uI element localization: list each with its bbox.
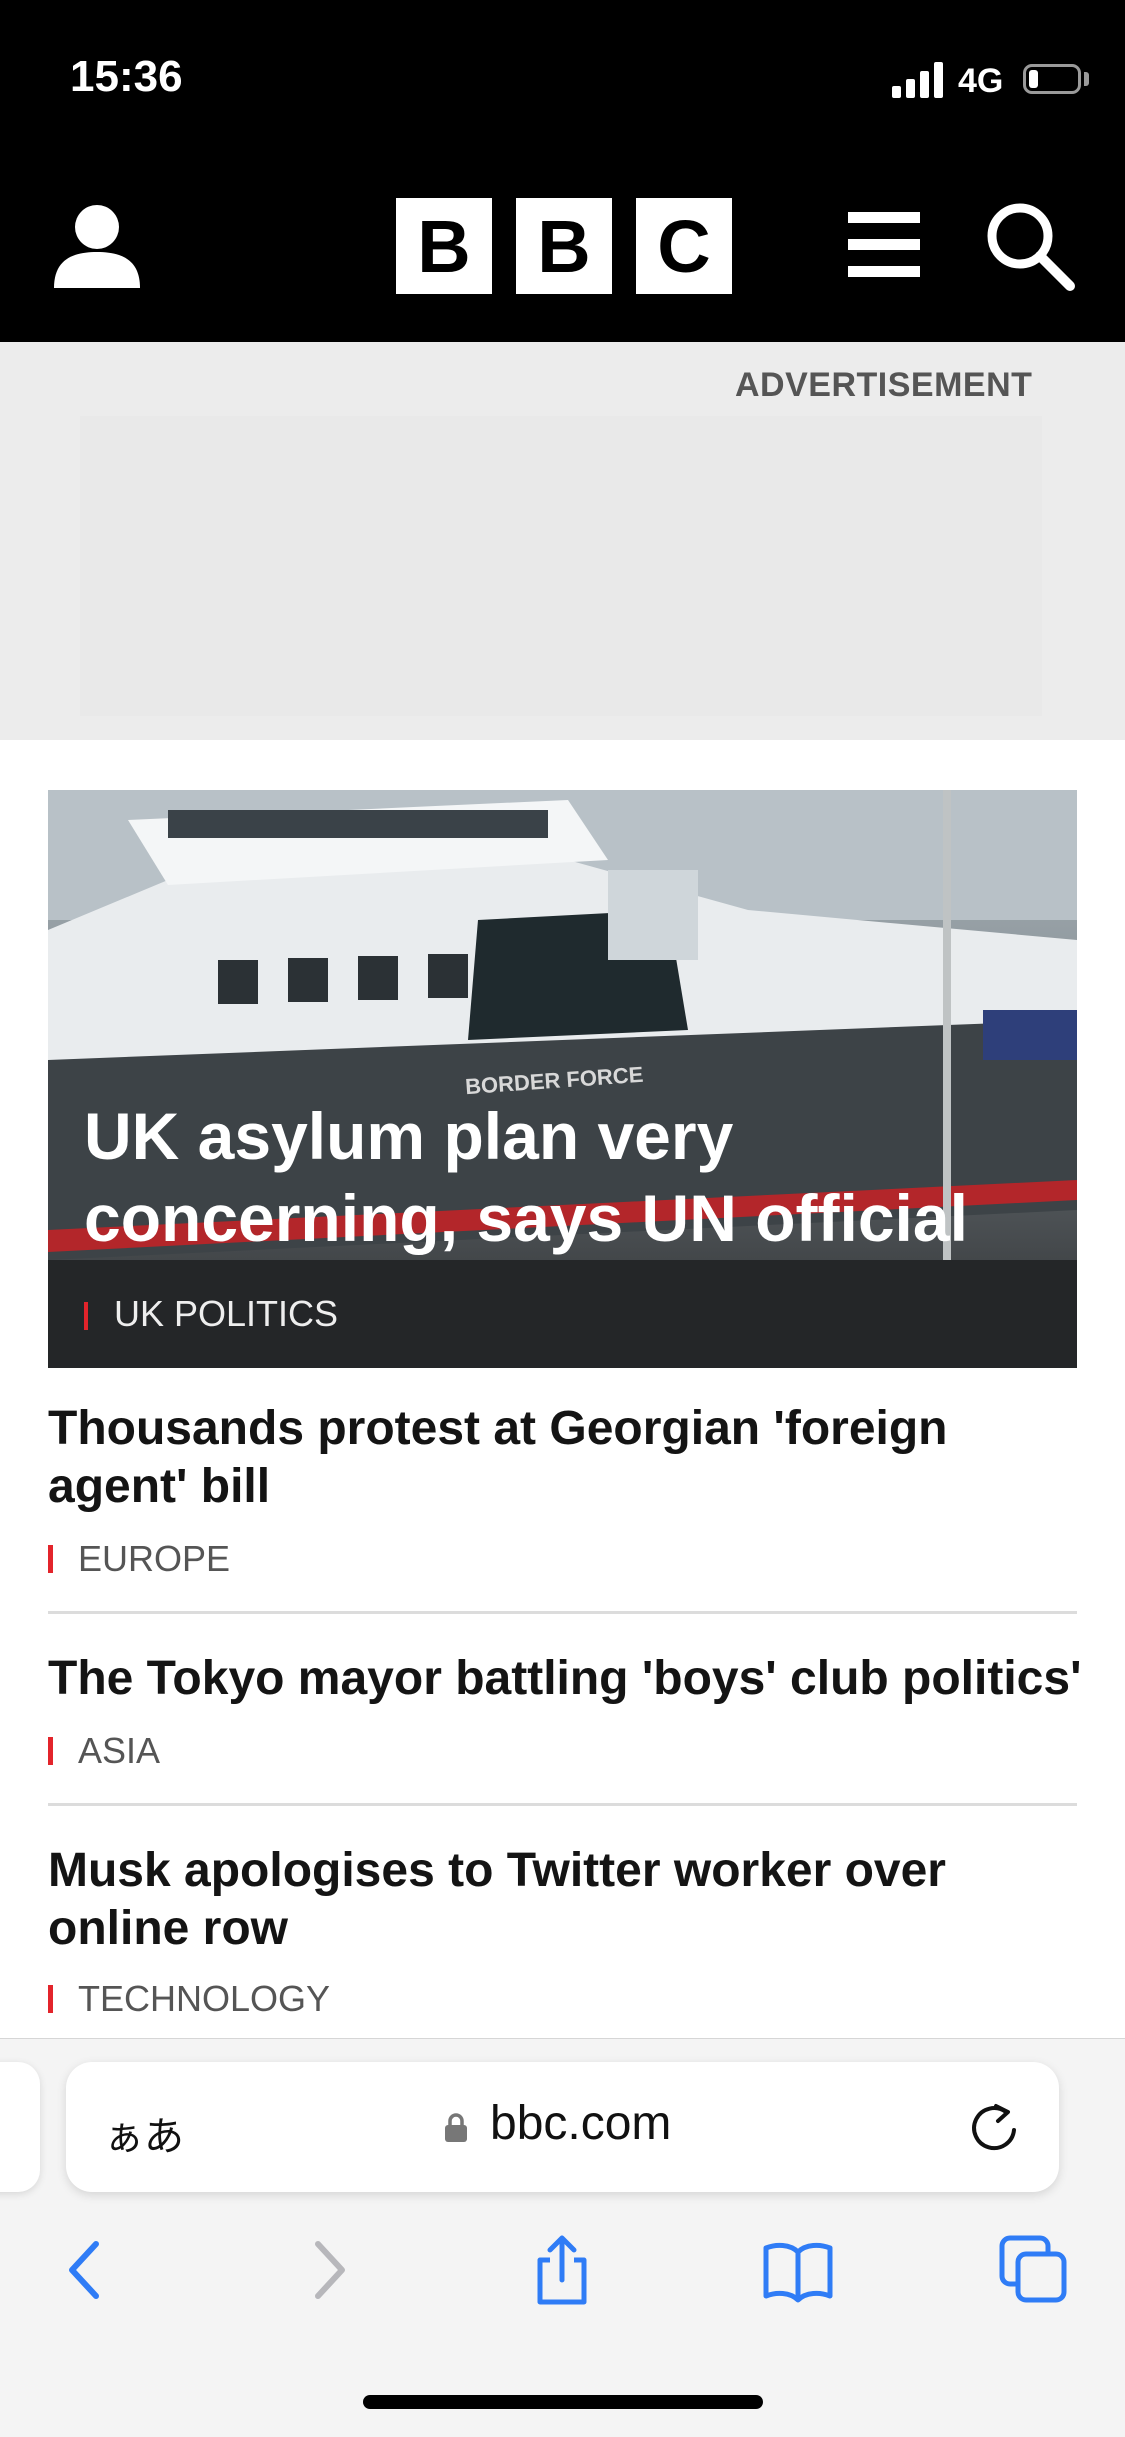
story-headline[interactable]: Thousands protest at Georgian 'foreign a… [48, 1400, 1058, 1516]
tabs-icon[interactable] [998, 2234, 1070, 2306]
battery-nub [1084, 72, 1089, 86]
search-icon[interactable] [984, 200, 1076, 292]
chevron-right-icon[interactable] [292, 2234, 364, 2306]
reload-icon[interactable] [966, 2100, 1022, 2156]
battery-icon [1023, 64, 1081, 94]
url-text[interactable]: bbc.com [490, 2096, 671, 2151]
share-icon[interactable] [526, 2234, 598, 2306]
text-size-button[interactable]: ぁあ [104, 2104, 184, 2162]
previous-tab-preview[interactable] [0, 2062, 40, 2192]
logo-letter: B [396, 198, 492, 294]
hero-story[interactable]: BORDER FORCE UK asylum plan very concern… [48, 790, 1077, 1368]
hamburger-icon[interactable] [846, 210, 922, 280]
signal-icon [892, 62, 944, 98]
tag-marker [48, 1985, 53, 2013]
tag-marker [48, 1545, 53, 1573]
user-icon[interactable] [52, 200, 142, 290]
book-icon[interactable] [762, 2234, 834, 2306]
logo-letter: C [636, 198, 732, 294]
logo-letter: B [516, 198, 612, 294]
home-indicator[interactable] [363, 2395, 763, 2409]
status-time: 15:36 [70, 52, 183, 101]
advertisement-slot[interactable] [80, 416, 1042, 716]
story-section-tag[interactable]: TECHNOLOGY [78, 1978, 330, 2020]
story-divider [48, 1611, 1077, 1614]
tag-marker [48, 1737, 53, 1765]
story-section-tag[interactable]: ASIA [78, 1730, 160, 1772]
advertisement-label: ADVERTISEMENT [735, 366, 1033, 404]
network-type: 4G [958, 62, 1004, 100]
hero-headline[interactable]: UK asylum plan very concerning, says UN … [84, 1095, 1074, 1259]
tag-marker [84, 1302, 88, 1330]
story-divider [48, 1803, 1077, 1806]
story-headline[interactable]: The Tokyo mayor battling 'boys' club pol… [48, 1650, 1088, 1708]
bbc-logo[interactable]: B B C [396, 198, 732, 294]
lock-icon [445, 2113, 467, 2142]
story-headline[interactable]: Musk apologises to Twitter worker over o… [48, 1842, 1058, 1958]
hero-section-tag[interactable]: UK POLITICS [114, 1293, 338, 1335]
story-section-tag[interactable]: EUROPE [78, 1538, 230, 1580]
chevron-left-icon[interactable] [50, 2234, 122, 2306]
